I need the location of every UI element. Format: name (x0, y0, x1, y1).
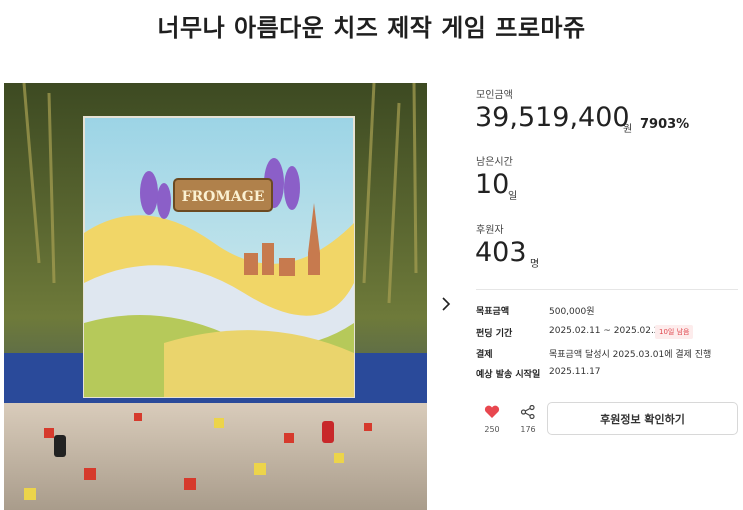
goal-key: 목표금액 (476, 307, 510, 317)
share-count: 176 (520, 425, 536, 434)
share-button[interactable]: 176 (516, 404, 540, 434)
period-value: 2025.02.11 ~ 2025.02.28 (549, 326, 666, 336)
box-title: FROMAGE (182, 189, 265, 205)
days-left-value: 10 (475, 169, 510, 200)
raised-unit: 원 (623, 124, 633, 135)
backers-label: 후원자 (476, 225, 504, 236)
like-button[interactable]: 250 (480, 404, 504, 434)
days-left-label: 남은시간 (476, 157, 513, 168)
days-left-badge: 10일 남음 (655, 325, 694, 339)
payment-value: 목표금액 달성시 2025.03.01에 결제 진행 (549, 350, 712, 360)
next-image-button[interactable] (437, 293, 455, 315)
backers-unit: 명 (530, 259, 540, 270)
product-image: FROMAGE (4, 83, 427, 510)
raised-percent: 7903% (640, 117, 690, 132)
ship-key: 예상 발송 시작일 (476, 370, 541, 380)
goal-value: 500,000원 (549, 307, 595, 317)
share-icon (520, 404, 535, 420)
divider (476, 289, 738, 290)
like-count: 250 (484, 425, 500, 434)
page-title: 너무나 아름다운 치즈 제작 게임 프로마쥬 (157, 14, 586, 42)
chevron-right-icon (442, 297, 451, 311)
raised-label: 모인금액 (476, 90, 513, 101)
ship-value: 2025.11.17 (549, 367, 601, 377)
payment-key: 결제 (476, 350, 493, 360)
heart-icon (484, 405, 500, 418)
raised-amount: 39,519,400 (475, 102, 630, 133)
days-left-unit: 일 (508, 191, 518, 202)
period-key: 펀딩 기간 (476, 329, 513, 339)
check-support-info-button[interactable]: 후원정보 확인하기 (547, 402, 738, 435)
backers-value: 403 (475, 237, 527, 268)
